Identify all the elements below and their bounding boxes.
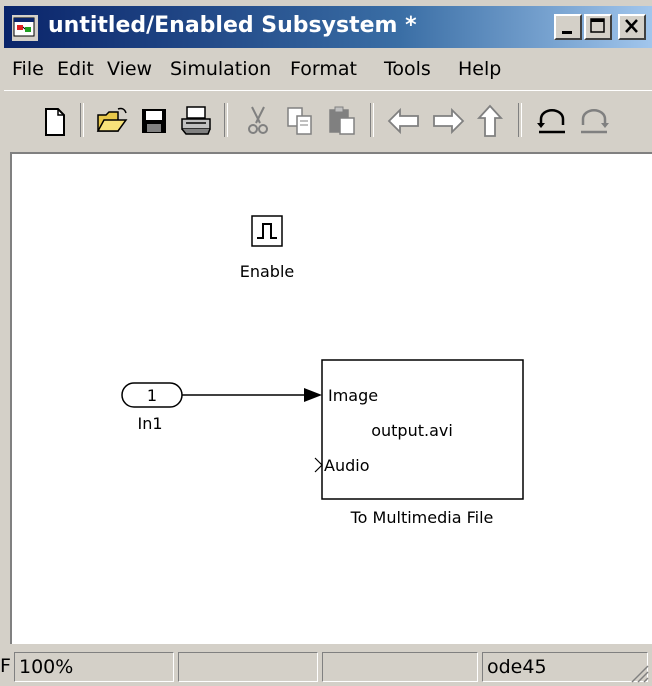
maximize-button[interactable] xyxy=(584,14,612,40)
toolbar-separator xyxy=(80,103,84,137)
status-cell-2 xyxy=(178,652,318,682)
redo-icon[interactable] xyxy=(574,101,614,141)
menu-bar: File Edit View Simulation Format Tools H… xyxy=(4,50,652,88)
simulink-window: untitled/Enabled Subsystem * File Edit V… xyxy=(0,0,652,686)
close-icon xyxy=(625,19,638,33)
paste-icon[interactable] xyxy=(322,101,362,141)
close-button[interactable] xyxy=(618,14,646,40)
toolbar-separator xyxy=(224,103,228,137)
print-icon[interactable] xyxy=(176,101,216,141)
menu-format[interactable]: Format xyxy=(290,58,357,80)
resize-grip-icon[interactable] xyxy=(628,662,650,684)
status-left-char: F xyxy=(0,655,11,677)
enable-label: Enable xyxy=(240,262,295,281)
minimize-icon xyxy=(562,31,572,34)
cut-icon[interactable] xyxy=(238,101,278,141)
image-port-label: Image xyxy=(328,386,378,405)
menu-tools[interactable]: Tools xyxy=(384,58,431,80)
back-icon[interactable] xyxy=(384,101,424,141)
signal-arrowhead xyxy=(304,388,322,402)
menu-edit[interactable]: Edit xyxy=(57,58,94,80)
maximize-icon xyxy=(590,18,605,33)
up-icon[interactable] xyxy=(470,101,510,141)
multimedia-block-label: To Multimedia File xyxy=(350,508,494,527)
toolbar-separator xyxy=(518,103,522,137)
output-filename: output.avi xyxy=(371,421,453,440)
menu-simulation[interactable]: Simulation xyxy=(170,58,271,80)
menu-help[interactable]: Help xyxy=(458,58,501,80)
zoom-status: 100% xyxy=(14,652,174,682)
save-icon[interactable] xyxy=(134,101,174,141)
toolbar-separator xyxy=(370,103,374,137)
window-title: untitled/Enabled Subsystem * xyxy=(48,13,417,38)
title-bar[interactable]: untitled/Enabled Subsystem * xyxy=(4,6,652,48)
audio-input-port-icon xyxy=(314,457,323,473)
audio-port-label: Audio xyxy=(324,456,369,475)
open-icon[interactable] xyxy=(92,101,132,141)
to-multimedia-file-block[interactable]: Image output.avi Audio xyxy=(314,359,524,500)
in1-inport-block[interactable]: 1 xyxy=(121,382,183,408)
new-icon[interactable] xyxy=(34,101,74,141)
in1-port-number: 1 xyxy=(147,386,157,405)
copy-icon[interactable] xyxy=(280,101,320,141)
undo-icon[interactable] xyxy=(532,101,572,141)
forward-icon[interactable] xyxy=(428,101,468,141)
model-canvas[interactable]: Enable 1 In1 Image output.avi Audio To M… xyxy=(10,152,652,644)
simulink-app-icon xyxy=(12,15,38,41)
in1-label: In1 xyxy=(137,414,162,433)
status-bar: F 100% ode45 xyxy=(0,648,652,686)
menu-view[interactable]: View xyxy=(107,58,152,80)
menu-file[interactable]: File xyxy=(12,58,44,80)
block-diagram: Enable 1 In1 Image output.avi Audio To M… xyxy=(121,215,524,527)
minimize-button[interactable] xyxy=(554,14,582,40)
toolbar xyxy=(4,90,652,151)
enable-block[interactable] xyxy=(251,215,283,247)
solver-status: ode45 xyxy=(482,652,648,682)
status-cell-3 xyxy=(322,652,478,682)
